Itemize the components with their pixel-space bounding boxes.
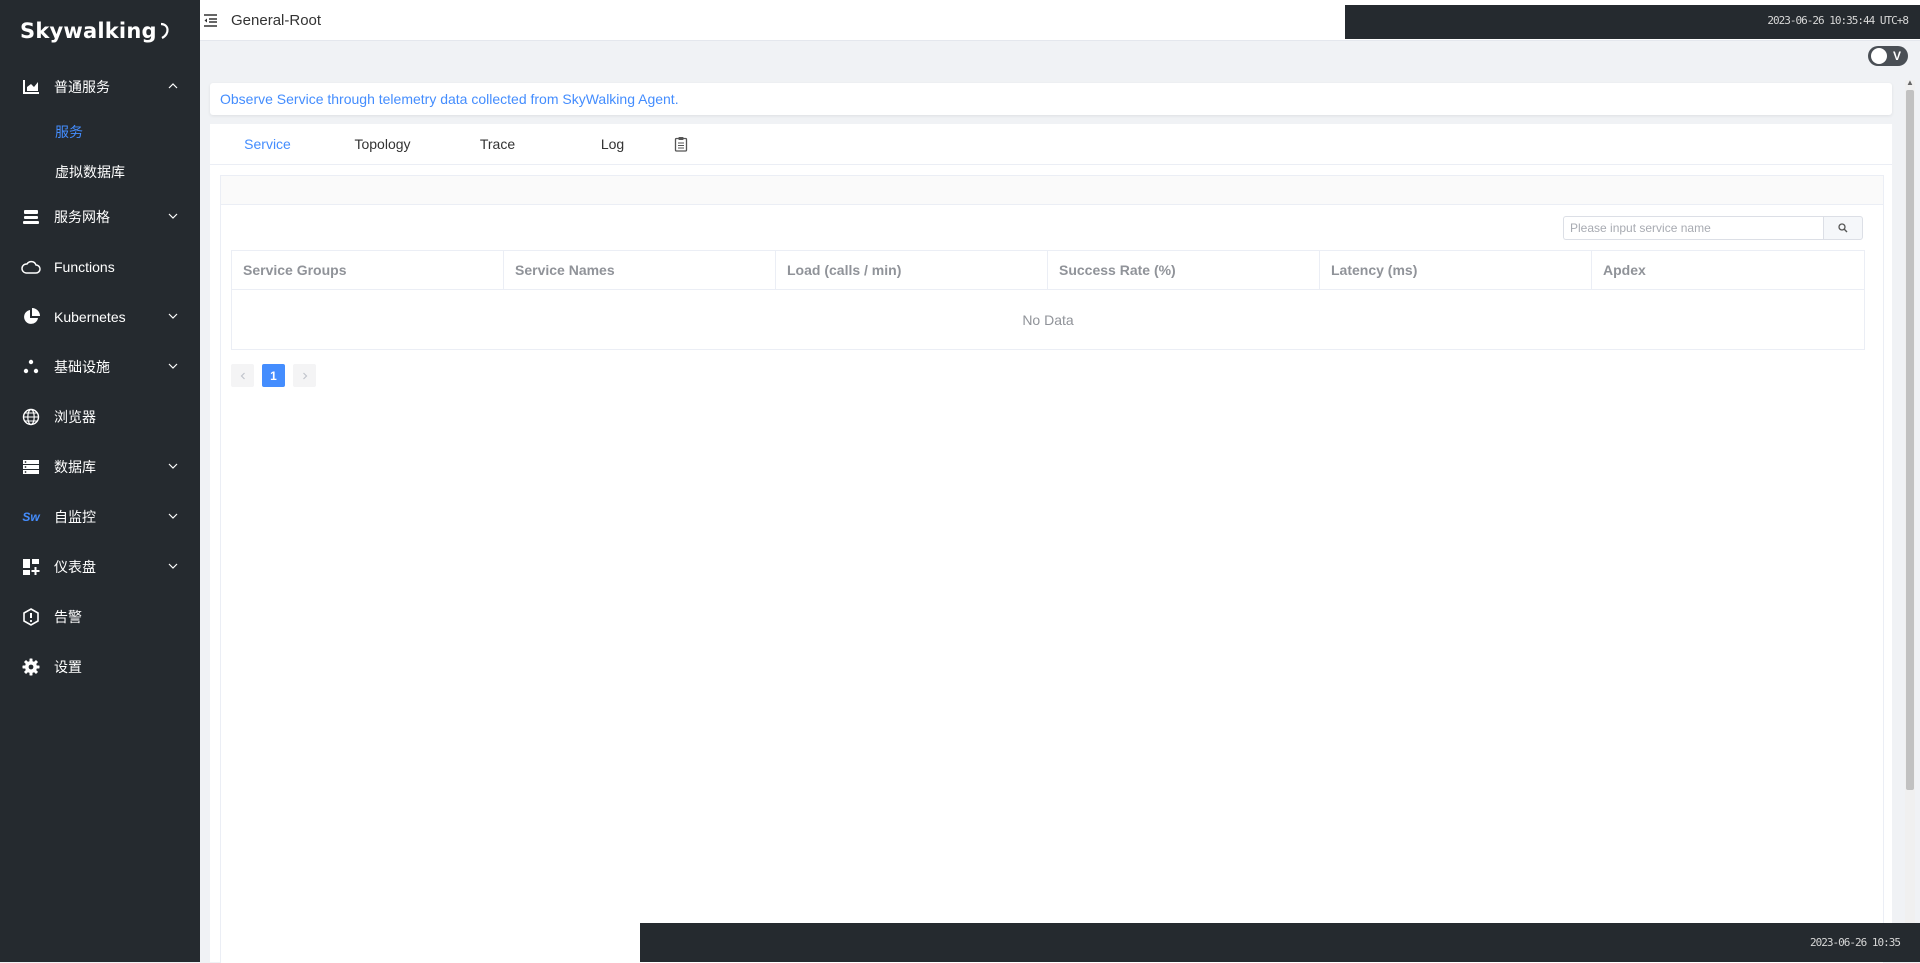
- sidebar-item-kubernetes[interactable]: Kubernetes: [0, 292, 200, 342]
- sidebar-item-label: 设置: [54, 659, 82, 675]
- sidebar-item-dashboard[interactable]: 仪表盘: [0, 542, 200, 592]
- dashboard-grid-icon: [20, 556, 42, 578]
- column-header-success-rate: Success Rate (%): [1048, 251, 1320, 289]
- sidebar-item-label: 自监控: [54, 509, 96, 525]
- menu-collapse-icon[interactable]: [203, 12, 219, 28]
- tab-topology[interactable]: Topology: [325, 136, 440, 152]
- prev-page-button[interactable]: [231, 364, 254, 387]
- sidebar-item-label: 服务网格: [54, 209, 110, 225]
- sidebar-subitem-virtual-database[interactable]: 虚拟数据库: [0, 152, 200, 192]
- service-panel: Service Groups Service Names Load (calls…: [220, 175, 1884, 963]
- sidebar-item-label: 浏览器: [54, 409, 96, 425]
- header-overlay-text: 2023-06-26 10:35:44 UTC+8: [1767, 14, 1909, 27]
- scrollbar-thumb[interactable]: [1906, 90, 1914, 790]
- gear-icon: [20, 656, 42, 678]
- sidebar-item-label: Kubernetes: [54, 309, 126, 325]
- bottom-overlay-banner: 2023-06-26 10:35: [640, 923, 1920, 962]
- database-icon: [20, 456, 42, 478]
- page-number-button[interactable]: 1: [262, 364, 285, 387]
- sidebar-item-alarm[interactable]: 告警: [0, 592, 200, 642]
- description-card: Observe Service through telemetry data c…: [210, 83, 1892, 115]
- service-description: Observe Service through telemetry data c…: [220, 91, 679, 107]
- chevron-right-icon: [302, 372, 307, 379]
- sidebar-menu: 普通服务 服务 虚拟数据库 服务网格 Functions Kubernetes …: [0, 62, 200, 692]
- toggle-label: V: [1893, 49, 1902, 63]
- brand-logo[interactable]: Skywalking: [0, 0, 200, 62]
- sidebar-item-label: 普通服务: [54, 79, 110, 95]
- pagination: 1: [231, 364, 324, 387]
- clipboard-icon[interactable]: [674, 136, 690, 152]
- column-header-load: Load (calls / min): [776, 251, 1048, 289]
- dots-cluster-icon: [20, 356, 42, 378]
- alert-shield-icon: [20, 606, 42, 628]
- sidebar-item-label: 仪表盘: [54, 559, 96, 575]
- scroll-up-arrow-icon[interactable]: ▲: [1905, 78, 1915, 87]
- swoosh-icon: [160, 22, 169, 39]
- sw-logo-icon: Sw: [22, 510, 40, 524]
- sidebar-item-browser[interactable]: 浏览器: [0, 392, 200, 442]
- content-area: Service Groups Service Names Load (calls…: [210, 165, 1892, 963]
- search-icon: [1838, 223, 1848, 233]
- service-table: Service Groups Service Names Load (calls…: [231, 250, 1865, 350]
- chevron-down-icon: [168, 563, 178, 569]
- page-scrollbar[interactable]: ▲: [1905, 78, 1915, 962]
- table-empty-text: No Data: [1022, 311, 1074, 328]
- sidebar-item-label: Functions: [54, 259, 115, 275]
- footer-overlay-text: 2023-06-26 10:35: [1810, 936, 1901, 949]
- sidebar-subitem-service[interactable]: 服务: [0, 112, 200, 152]
- column-header-service-names: Service Names: [504, 251, 776, 289]
- sidebar-item-label: 基础设施: [54, 359, 110, 375]
- sidebar-item-functions[interactable]: Functions: [0, 242, 200, 292]
- panel-header: [221, 176, 1883, 205]
- chevron-down-icon: [168, 513, 178, 519]
- layers-icon: [20, 206, 42, 228]
- chevron-down-icon: [168, 363, 178, 369]
- chevron-down-icon: [168, 463, 178, 469]
- sidebar-item-label: 告警: [54, 609, 82, 625]
- column-header-apdex: Apdex: [1603, 262, 1646, 278]
- submenu-general-service: 服务 虚拟数据库: [0, 112, 200, 192]
- page-title: General-Root: [231, 11, 322, 29]
- sidebar-item-label: 数据库: [54, 459, 96, 475]
- sidebar-item-general-service[interactable]: 普通服务 服务 虚拟数据库: [0, 62, 200, 192]
- search-input[interactable]: [1563, 216, 1823, 240]
- tab-service[interactable]: Service: [210, 136, 325, 152]
- tab-log[interactable]: Log: [555, 136, 670, 152]
- sidebar-item-settings[interactable]: 设置: [0, 642, 200, 692]
- service-search: [1563, 216, 1863, 240]
- sidebar: Skywalking 普通服务 服务 虚拟数据库 服务网格 Functions …: [0, 0, 200, 962]
- chevron-down-icon: [168, 313, 178, 319]
- chevron-down-icon: [168, 213, 178, 219]
- sidebar-item-database[interactable]: 数据库: [0, 442, 200, 492]
- chevron-up-icon: [168, 83, 178, 89]
- column-header-latency: Latency (ms): [1320, 251, 1592, 289]
- sidebar-item-self-observability[interactable]: Sw 自监控: [0, 492, 200, 542]
- sidebar-item-service-mesh[interactable]: 服务网格: [0, 192, 200, 242]
- tab-bar: Service Topology Trace Log: [210, 124, 1892, 165]
- tab-trace[interactable]: Trace: [440, 136, 555, 152]
- table-header: Service Groups Service Names Load (calls…: [232, 251, 1864, 290]
- sidebar-item-infrastructure[interactable]: 基础设施: [0, 342, 200, 392]
- bar-chart-icon: [20, 76, 42, 98]
- toggle-knob: [1871, 48, 1887, 64]
- theme-toggle[interactable]: V: [1868, 46, 1908, 66]
- header-overlay-banner: 2023-06-26 10:35:44 UTC+8: [1345, 5, 1920, 39]
- column-header-service-groups: Service Groups: [232, 251, 504, 289]
- cloud-icon: [20, 256, 42, 278]
- brand-name: Skywalking: [20, 19, 157, 43]
- pie-chart-icon: [20, 306, 42, 328]
- globe-icon: [20, 406, 42, 428]
- search-button[interactable]: [1823, 216, 1863, 240]
- next-page-button[interactable]: [293, 364, 316, 387]
- chevron-left-icon: [240, 372, 245, 379]
